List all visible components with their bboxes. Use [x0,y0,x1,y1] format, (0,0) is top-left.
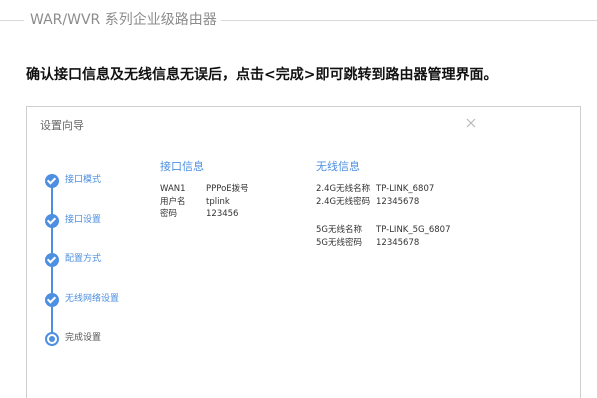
wireless-value: TP-LINK_5G_6807 [376,225,451,235]
step-wireless-settings[interactable]: 无线网络设置 [41,290,161,310]
step-interface-settings[interactable]: 接口设置 [41,211,161,231]
interface-key: 密码 [160,209,178,219]
wireless-key: 2.4G无线名称 [316,184,371,194]
step-check-icon [45,293,59,307]
step-finish[interactable]: 完成设置 [41,329,161,349]
instruction-pre: 确认接口信息及无线信息无误后，点击 [26,67,264,83]
step-label: 接口设置 [65,215,102,225]
step-check-icon [45,214,59,228]
interface-info-title: 接口信息 [160,160,204,173]
wireless-value: 12345678 [376,197,420,207]
step-interface-mode[interactable]: 接口模式 [41,171,161,191]
doc-header: WAR/WVR 系列企业级路由器 [0,0,597,40]
wireless-key: 5G无线密码 [316,238,362,248]
instruction-text: 确认接口信息及无线信息无误后，点击<完成>即可跳转到路由器管理界面。 [26,66,497,84]
step-check-icon [45,174,59,188]
wireless-info-title: 无线信息 [316,160,360,173]
instruction-post: 即可跳转到路由器管理界面。 [315,67,498,83]
dialog-title: 设置向导 [40,119,84,132]
step-label: 无线网络设置 [65,294,120,304]
interface-value: PPPoE拨号 [206,184,249,194]
wireless-value: TP-LINK_6807 [376,184,435,194]
interface-value: 123456 [206,209,239,219]
step-config-method[interactable]: 配置方式 [41,250,161,270]
step-check-icon [45,253,59,267]
doc-title: WAR/WVR 系列企业级路由器 [24,11,221,29]
step-label: 配置方式 [65,254,102,264]
interface-key: 用户名 [160,197,186,207]
step-label: 接口模式 [65,175,102,185]
wizard-steps: 接口模式 接口设置 配置方式 无线网络设置 完成设置 [41,165,161,365]
setup-wizard-dialog: 设置向导 接口模式 接口设置 配置方式 无线网络设置 完成设置 接口信息 WAN… [26,106,581,398]
step-current-icon [45,332,59,346]
wireless-key: 2.4G无线密码 [316,197,371,207]
wireless-value: 12345678 [376,238,420,248]
wireless-key: 5G无线名称 [316,225,362,235]
close-icon[interactable] [463,115,479,131]
instruction-bold: <完成> [264,67,316,83]
interface-value: tplink [206,197,230,207]
interface-key: WAN1 [160,184,186,194]
step-label: 完成设置 [65,333,102,343]
